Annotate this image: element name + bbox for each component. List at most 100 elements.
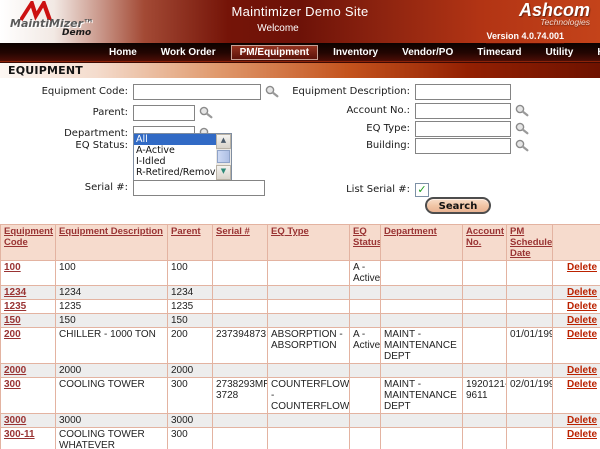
cell-code: 100: [1, 261, 56, 286]
nav-home[interactable]: Home: [100, 45, 146, 60]
cell-parent: 300: [168, 428, 213, 449]
ashcom-logo: Ashcom Technologies Version 4.0.74.001: [486, 2, 590, 44]
col-serial[interactable]: Serial #: [216, 226, 250, 237]
cell-eq_status: [350, 414, 381, 428]
table-row: 200CHILLER - 1000 TON200237394873ABSORPT…: [1, 328, 600, 364]
app-window: MaintiMizer™ Demo Maintimizer Demo Site …: [0, 0, 600, 449]
cell-eq_type: [268, 300, 350, 314]
cell-delete: Delete: [553, 286, 600, 300]
eq-type-input[interactable]: [415, 121, 511, 137]
table-row: 150150150Delete: [1, 314, 600, 328]
nav-inventory[interactable]: Inventory: [324, 45, 387, 60]
equipment-code-link[interactable]: 100: [4, 262, 21, 273]
version-text: Version 4.0.74.001: [486, 31, 564, 44]
check-icon: ✓: [416, 184, 428, 196]
parent-lookup-icon[interactable]: [199, 106, 213, 119]
cell-parent: 100: [168, 261, 213, 286]
col-equipment-code[interactable]: Equipment Code: [4, 226, 53, 248]
eq-status-scrollbar[interactable]: ▲ ▼: [216, 134, 231, 180]
cell-delete: Delete: [553, 378, 600, 414]
building-lookup-icon[interactable]: [515, 139, 529, 152]
table-header-row: Equipment Code Equipment Description Par…: [1, 225, 600, 261]
cell-parent: 150: [168, 314, 213, 328]
cell-account: [463, 314, 507, 328]
col-eq-type[interactable]: EQ Type: [271, 226, 309, 237]
cell-eq_type: ABSORPTION - ABSORPTION: [268, 328, 350, 364]
col-eq-status[interactable]: EQ Status: [353, 226, 381, 248]
cell-parent: 3000: [168, 414, 213, 428]
scroll-down-icon[interactable]: ▼: [216, 165, 231, 180]
building-input[interactable]: [415, 138, 511, 154]
welcome-text: Welcome: [0, 23, 556, 34]
nav-vendor-po[interactable]: Vendor/PO: [393, 45, 462, 60]
eq-status-options: All A-Active I-Idled R-Retired/Removed: [134, 134, 216, 180]
nav-work-order[interactable]: Work Order: [152, 45, 225, 60]
search-button[interactable]: Search: [425, 197, 491, 214]
delete-link[interactable]: Delete: [567, 287, 597, 298]
search-form: Equipment Code: Parent: Department: EQ S…: [0, 78, 600, 224]
equipment-code-link[interactable]: 200: [4, 329, 21, 340]
account-no-lookup-icon[interactable]: [515, 104, 529, 117]
col-pm-scheduled-date[interactable]: PM Scheduled Date: [510, 226, 553, 259]
equipment-code-link[interactable]: 300: [4, 379, 21, 390]
cell-code: 3000: [1, 414, 56, 428]
cell-serial: 237394873: [213, 328, 268, 364]
delete-link[interactable]: Delete: [567, 415, 597, 426]
cell-pm_date: [507, 300, 553, 314]
equipment-code-input[interactable]: [133, 84, 261, 100]
equipment-code-link[interactable]: 2000: [4, 365, 26, 376]
delete-link[interactable]: Delete: [567, 379, 597, 390]
cell-account: [463, 261, 507, 286]
cell-account: [463, 364, 507, 378]
cell-department: [381, 314, 463, 328]
col-parent[interactable]: Parent: [171, 226, 201, 237]
cell-department: [381, 364, 463, 378]
equipment-code-lookup-icon[interactable]: [265, 85, 279, 98]
nav-utility[interactable]: Utility: [537, 45, 583, 60]
delete-link[interactable]: Delete: [567, 329, 597, 340]
equipment-description-input[interactable]: [415, 84, 511, 100]
cell-department: [381, 286, 463, 300]
scroll-up-icon[interactable]: ▲: [216, 134, 231, 149]
equipment-code-link[interactable]: 150: [4, 315, 21, 326]
delete-link[interactable]: Delete: [567, 315, 597, 326]
list-serial-checkbox[interactable]: ✓: [415, 183, 429, 197]
equipment-code-link[interactable]: 1234: [4, 287, 26, 298]
account-no-input[interactable]: [415, 103, 511, 119]
eq-status-label: EQ Status:: [0, 140, 133, 151]
col-equipment-description[interactable]: Equipment Description: [59, 226, 163, 237]
cell-eq_status: [350, 286, 381, 300]
eq-status-option[interactable]: I-Idled: [134, 156, 216, 167]
col-account-no[interactable]: Account No.: [466, 226, 504, 248]
cell-description: 1234: [56, 286, 168, 300]
nav-pm-equipment[interactable]: PM/Equipment: [231, 45, 318, 60]
equipment-code-link[interactable]: 300-11: [4, 429, 35, 440]
equipment-code-link[interactable]: 1235: [4, 301, 26, 312]
eq-status-listbox[interactable]: All A-Active I-Idled R-Retired/Removed ▲…: [133, 133, 232, 181]
col-department[interactable]: Department: [384, 226, 437, 237]
cell-description: COOLING TOWER: [56, 378, 168, 414]
cell-department: [381, 261, 463, 286]
delete-link[interactable]: Delete: [567, 262, 597, 273]
scrollbar-thumb[interactable]: [217, 150, 230, 163]
nav-timecard[interactable]: Timecard: [468, 45, 530, 60]
cell-delete: Delete: [553, 328, 600, 364]
delete-link[interactable]: Delete: [567, 365, 597, 376]
cell-delete: Delete: [553, 300, 600, 314]
eq-type-label: EQ Type:: [288, 123, 415, 134]
equipment-code-link[interactable]: 3000: [4, 415, 26, 426]
nav-help[interactable]: Help: [588, 45, 600, 60]
cell-eq_status: [350, 428, 381, 449]
parent-input[interactable]: [133, 105, 195, 121]
serial-row: Serial #:: [0, 179, 265, 196]
cell-description: 150: [56, 314, 168, 328]
eq-type-lookup-icon[interactable]: [515, 122, 529, 135]
delete-link[interactable]: Delete: [567, 301, 597, 312]
serial-input[interactable]: [133, 180, 265, 196]
delete-link[interactable]: Delete: [567, 429, 597, 440]
eq-status-option[interactable]: R-Retired/Removed: [134, 167, 216, 178]
eq-status-option[interactable]: A-Active: [134, 145, 216, 156]
eq-status-option[interactable]: All: [134, 134, 216, 145]
cell-department: [381, 428, 463, 449]
cell-account: [463, 428, 507, 449]
